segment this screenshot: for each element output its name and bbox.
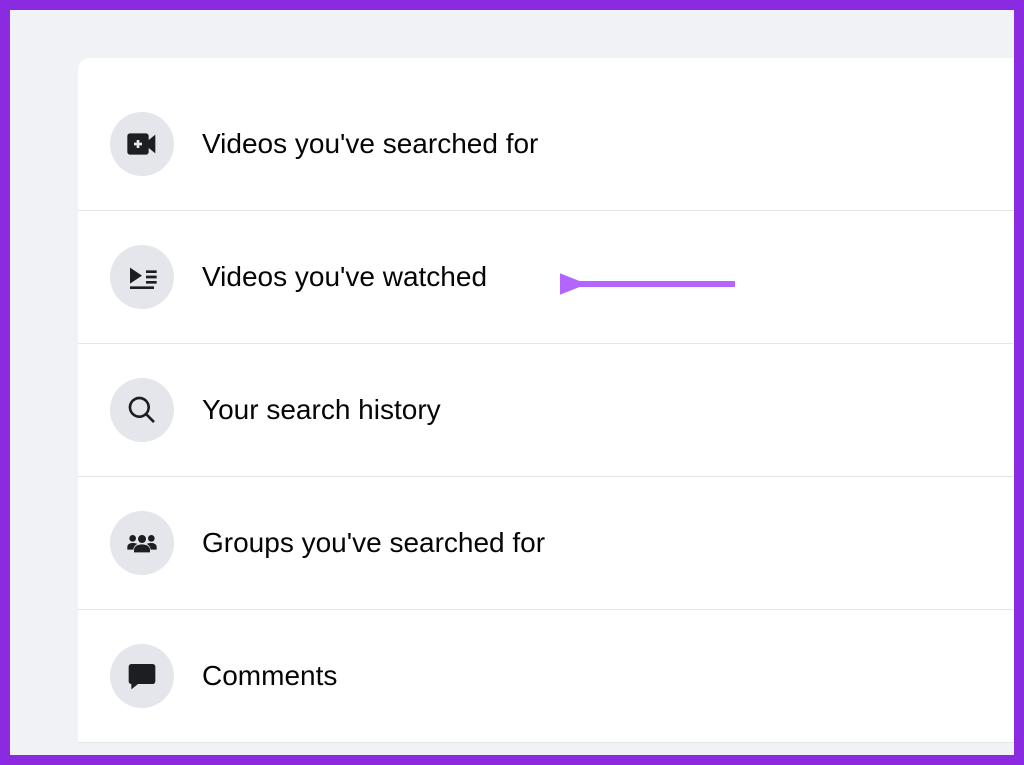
- item-label: Videos you've watched: [202, 261, 487, 293]
- comment-icon: [110, 644, 174, 708]
- video-list-icon: [110, 245, 174, 309]
- item-label: Comments: [202, 660, 337, 692]
- item-label: Videos you've searched for: [202, 128, 538, 160]
- search-icon: [110, 378, 174, 442]
- item-label: Groups you've searched for: [202, 527, 545, 559]
- item-comments[interactable]: Comments: [78, 610, 1014, 743]
- video-add-icon: [110, 112, 174, 176]
- item-videos-searched[interactable]: Videos you've searched for: [78, 78, 1014, 211]
- item-search-history[interactable]: Your search history: [78, 344, 1014, 477]
- item-groups-searched[interactable]: Groups you've searched for: [78, 477, 1014, 610]
- settings-card: Videos you've searched for Videos you've…: [78, 58, 1014, 743]
- item-videos-watched[interactable]: Videos you've watched: [78, 211, 1014, 344]
- app-frame: Videos you've searched for Videos you've…: [10, 10, 1014, 755]
- groups-icon: [110, 511, 174, 575]
- item-label: Your search history: [202, 394, 441, 426]
